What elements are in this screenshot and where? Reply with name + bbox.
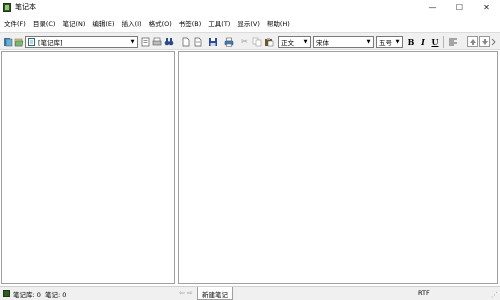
notebook-selector[interactable]: [笔记库] ▼ bbox=[25, 36, 138, 48]
menu-bar: 文件(F) 目录(C) 笔记(N) 编辑(E) 插入(I) 格式(O) 书签(B… bbox=[0, 16, 500, 29]
menu-catalog[interactable]: 目录(C) bbox=[31, 18, 58, 28]
notebook-app-icon bbox=[3, 2, 11, 12]
cut-icon[interactable]: ✂ bbox=[239, 36, 250, 47]
paragraph-style-value: 正文 bbox=[281, 39, 294, 47]
copy-icon[interactable] bbox=[251, 36, 262, 47]
note-editor-pane[interactable] bbox=[178, 51, 498, 284]
menu-file[interactable]: 文件(F) bbox=[2, 18, 28, 28]
notebook-icon[interactable] bbox=[2, 36, 13, 47]
find-icon[interactable] bbox=[163, 36, 174, 47]
chevron-down-icon: ▼ bbox=[301, 37, 310, 47]
paste-icon[interactable] bbox=[263, 36, 274, 47]
print-icon[interactable] bbox=[223, 36, 234, 47]
close-button[interactable]: ✕ bbox=[473, 0, 500, 14]
menu-help[interactable]: 帮助(H) bbox=[265, 18, 292, 28]
arrow-up-icon[interactable] bbox=[467, 36, 478, 47]
window-title: 笔记本 bbox=[15, 3, 36, 11]
font-size-value: 五号 bbox=[379, 39, 392, 47]
print-preview-icon[interactable] bbox=[151, 36, 162, 47]
arrow-down-icon[interactable] bbox=[479, 36, 490, 47]
tab-scroll-left-icon[interactable]: ⇦ bbox=[179, 289, 185, 297]
status-bar: 笔记库: 0 笔记: 0 ⇦ ⇨ 新建笔记 RTF ⋰ bbox=[0, 286, 500, 300]
note-count: 笔记: 0 bbox=[45, 291, 67, 299]
new-note-icon[interactable] bbox=[140, 36, 151, 47]
menu-tools[interactable]: 工具(T) bbox=[206, 18, 232, 28]
new-document-icon[interactable] bbox=[180, 36, 191, 47]
notebook-small-icon bbox=[28, 38, 35, 46]
underline-button[interactable]: U bbox=[430, 36, 440, 47]
chevron-down-icon: ▼ bbox=[364, 37, 373, 47]
minimize-button[interactable]: — bbox=[419, 0, 446, 14]
chevron-down-icon: ▼ bbox=[128, 37, 137, 47]
window-controls: — ☐ ✕ bbox=[419, 0, 500, 14]
italic-button[interactable]: I bbox=[418, 36, 428, 47]
bold-button[interactable]: B bbox=[406, 36, 416, 47]
menu-insert[interactable]: 插入(I) bbox=[120, 18, 144, 28]
tab-scroll-right-icon[interactable]: ⇨ bbox=[187, 289, 193, 297]
toolbar: [笔记库] ▼ ✂ 正文 ▼ 宋体 ▼ 五号 ▼ B I U bbox=[0, 32, 500, 50]
menu-format[interactable]: 格式(O) bbox=[147, 18, 174, 28]
font-family-value: 宋体 bbox=[316, 39, 329, 47]
notebook-status-icon bbox=[3, 290, 10, 297]
menu-note[interactable]: 笔记(N) bbox=[60, 18, 87, 28]
font-size-select[interactable]: 五号 ▼ bbox=[376, 36, 403, 48]
toolbar-overflow-icon[interactable] bbox=[490, 36, 498, 47]
font-family-select[interactable]: 宋体 ▼ bbox=[313, 36, 374, 48]
paragraph-style-select[interactable]: 正文 ▼ bbox=[278, 36, 311, 48]
notebook-selector-value: [笔记库] bbox=[38, 39, 63, 47]
document-format: RTF bbox=[418, 289, 430, 297]
align-left-icon[interactable] bbox=[447, 36, 458, 47]
resize-grip-icon[interactable]: ⋰ bbox=[491, 291, 498, 299]
notebook-tree-pane[interactable] bbox=[1, 51, 175, 284]
menu-view[interactable]: 显示(V) bbox=[235, 18, 262, 28]
toolbar-separator bbox=[443, 36, 444, 48]
title-bar: 笔记本 — ☐ ✕ bbox=[0, 0, 500, 14]
notebook-count: 笔记库: 0 bbox=[13, 291, 41, 299]
tab-new-note[interactable]: 新建笔记 bbox=[197, 287, 233, 300]
chevron-down-icon: ▼ bbox=[393, 37, 402, 47]
menu-edit[interactable]: 编辑(E) bbox=[90, 18, 116, 28]
save-icon[interactable] bbox=[207, 36, 218, 47]
open-notebook-icon[interactable] bbox=[13, 36, 24, 47]
menu-bookmark[interactable]: 书签(B) bbox=[177, 18, 204, 28]
maximize-button[interactable]: ☐ bbox=[446, 0, 473, 14]
open-document-icon[interactable] bbox=[192, 36, 203, 47]
